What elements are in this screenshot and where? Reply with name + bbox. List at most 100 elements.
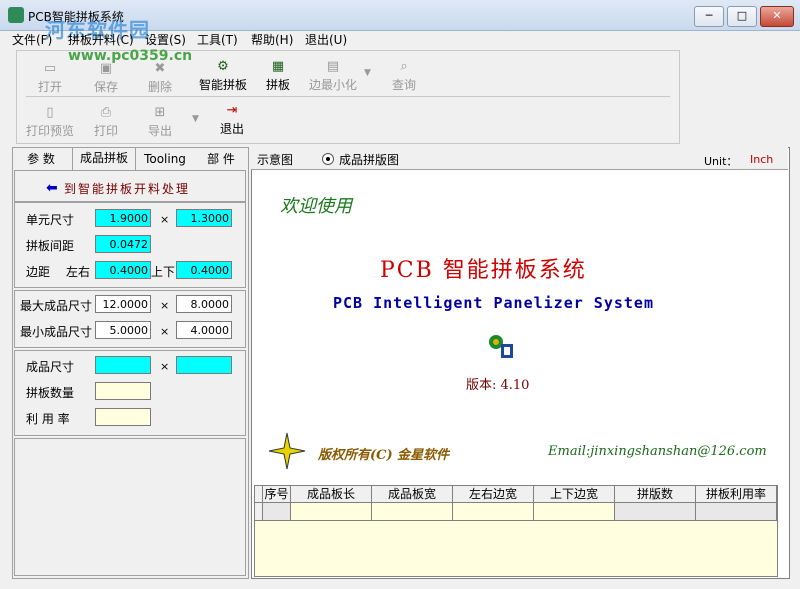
min-size-label: 最小成品尺寸 <box>20 325 93 339</box>
grid-corner <box>255 486 263 503</box>
schematic-view-label[interactable]: 示意图 <box>257 151 293 168</box>
times-sign: × <box>160 213 170 226</box>
grid-icon: ▦ <box>271 59 285 74</box>
preview-icon: ▯ <box>46 105 54 120</box>
table-cell[interactable] <box>263 503 291 521</box>
grid-header-index[interactable]: 序号 <box>263 486 291 503</box>
printer-icon: ⎙ <box>100 105 112 120</box>
unit-width-input[interactable]: 1.9000 <box>95 209 151 227</box>
query-button[interactable]: ⌕ 查询 <box>386 60 422 93</box>
menu-help[interactable]: 帮助(H) <box>251 31 293 48</box>
times-sign: × <box>160 299 170 312</box>
edge-label: 边最小化 <box>308 78 357 92</box>
panel-button[interactable]: ▦ 拼板 <box>260 60 296 93</box>
gap-label: 拼板间距 <box>26 239 75 253</box>
unit-size-label: 单元尺寸 <box>26 213 75 227</box>
max-width-input[interactable]: 12.0000 <box>95 295 151 313</box>
tab-tooling[interactable]: Tooling <box>140 149 190 169</box>
smart-panel-link[interactable]: 到智能拼板开料处理 <box>64 180 190 197</box>
app-icon <box>8 7 24 23</box>
tab-params[interactable]: 参 数 <box>16 149 66 169</box>
lr-label: 左右 <box>66 265 91 279</box>
ud-margin-input[interactable]: 0.4000 <box>176 261 232 279</box>
product-width-output <box>95 356 151 374</box>
table-cell[interactable] <box>453 503 534 521</box>
grid-header-length[interactable]: 成品板长 <box>291 486 372 503</box>
gap-input[interactable]: 0.0472 <box>95 235 151 253</box>
tab-parts[interactable]: 部 件 <box>196 149 246 169</box>
panel-count-output <box>95 382 151 400</box>
app-title-en: PCB Intelligent Panelizer System <box>333 294 654 312</box>
panel-count-label: 拼板数量 <box>26 386 75 400</box>
menu-tools[interactable]: 工具(T) <box>197 31 238 48</box>
grid-header-lr-margin[interactable]: 左右边宽 <box>453 486 534 503</box>
grid-header-panel-count[interactable]: 拼版数 <box>615 486 696 503</box>
unit-label: Unit： <box>704 155 738 168</box>
query-label: 查询 <box>391 78 416 92</box>
copyright-text: 版权所有(C) 金星软件 <box>318 448 450 463</box>
delete-button[interactable]: ✖ 删除 <box>140 62 180 95</box>
unit-value: Inch <box>750 153 774 166</box>
chevron-down-icon[interactable]: ▼ <box>364 68 371 78</box>
product-view-label[interactable]: 成品拼版图 <box>339 151 399 168</box>
usage-output <box>95 408 151 426</box>
times-sign: × <box>160 360 170 373</box>
arrow-left-icon: ⬅ <box>46 180 58 196</box>
print-preview-button[interactable]: ▯ 打印预览 <box>24 106 76 139</box>
ips-logo-icon <box>487 332 515 360</box>
menu-panel-cut[interactable]: 拼板开料(C) <box>68 31 134 48</box>
menu-file[interactable]: 文件(F) <box>12 31 52 48</box>
max-height-input[interactable]: 8.0000 <box>176 295 232 313</box>
export-button[interactable]: ⊞ 导出 <box>142 106 178 139</box>
print-label: 打印 <box>93 124 118 138</box>
lr-margin-input[interactable]: 0.4000 <box>95 261 151 279</box>
margin-label: 边距 <box>26 265 51 279</box>
delete-icon: ✖ <box>154 61 166 76</box>
min-height-input[interactable]: 4.0000 <box>176 321 232 339</box>
open-label: 打开 <box>37 80 62 94</box>
usage-label: 利 用 率 <box>26 412 70 426</box>
table-cell[interactable] <box>615 503 696 521</box>
export-label: 导出 <box>147 124 172 138</box>
minimize-button[interactable]: ─ <box>694 6 724 27</box>
grid-row-selector[interactable] <box>255 503 263 521</box>
table-cell[interactable] <box>696 503 777 521</box>
save-button[interactable]: ▣ 保存 <box>86 62 126 95</box>
chevron-down-icon[interactable]: ▼ <box>192 114 199 124</box>
smart-panel-label: 智能拼板 <box>198 78 247 92</box>
table-cell[interactable] <box>534 503 615 521</box>
max-size-label: 最大成品尺寸 <box>20 299 93 313</box>
times-sign: × <box>160 325 170 338</box>
menu-exit[interactable]: 退出(U) <box>305 31 347 48</box>
unit-height-input[interactable]: 1.3000 <box>176 209 232 227</box>
edge-minimize-button[interactable]: ▤ 边最小化 <box>304 60 362 93</box>
panel-label: 拼板 <box>265 78 290 92</box>
welcome-text: 欢迎使用 <box>280 196 352 217</box>
product-size-label: 成品尺寸 <box>26 360 75 374</box>
tab-product-panel[interactable]: 成品拼板 <box>72 147 136 170</box>
exit-label: 退出 <box>219 122 244 136</box>
grid-header-usage[interactable]: 拼板利用率 <box>696 486 777 503</box>
app-title-cn: PCB 智能拼板系统 <box>380 258 587 283</box>
product-view-radio[interactable] <box>322 153 334 165</box>
min-width-input[interactable]: 5.0000 <box>95 321 151 339</box>
table-cell[interactable] <box>291 503 372 521</box>
delete-label: 删除 <box>147 80 172 94</box>
maximize-button[interactable]: □ <box>727 6 757 27</box>
binoculars-icon: ⌕ <box>400 59 408 74</box>
print-button[interactable]: ⎙ 打印 <box>88 106 124 139</box>
close-button[interactable]: ✕ <box>760 6 794 27</box>
smart-panel-icon: ⚙ <box>217 59 229 74</box>
smart-panel-button[interactable]: ⚙ 智能拼板 <box>196 60 250 93</box>
exit-door-icon: ⇥ <box>226 103 238 118</box>
preview-label: 打印预览 <box>25 124 74 138</box>
star-logo-icon <box>268 432 306 470</box>
exit-button[interactable]: ⇥ 退出 <box>214 104 250 137</box>
menu-settings[interactable]: 设置(S) <box>145 31 186 48</box>
empty-section <box>14 438 246 576</box>
folder-icon: ▭ <box>43 61 57 76</box>
table-cell[interactable] <box>372 503 453 521</box>
grid-header-ud-margin[interactable]: 上下边宽 <box>534 486 615 503</box>
grid-header-width[interactable]: 成品板宽 <box>372 486 453 503</box>
open-button[interactable]: ▭ 打开 <box>30 62 70 95</box>
